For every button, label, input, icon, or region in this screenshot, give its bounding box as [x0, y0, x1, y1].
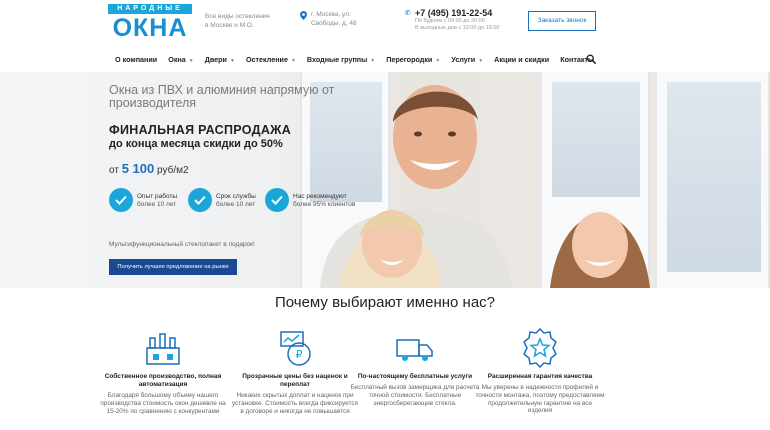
why-item-desc: Никаких скрытых доплат и наценок при уст…	[231, 392, 359, 415]
tagline-line-2: в Москве и М.О.	[205, 22, 254, 29]
phone-number[interactable]: +7 (495) 191-22-54	[405, 8, 505, 18]
hours-weekdays: По будням с 09:00 до 20:00	[415, 18, 485, 24]
logo-main-text: ОКНА	[112, 14, 188, 42]
phone-icon: ✆	[405, 10, 411, 17]
hero-title: ФИНАЛЬНАЯ РАСПРОДАЖА	[109, 123, 292, 137]
chevron-down-icon: ▼	[435, 57, 441, 64]
window-frame-image	[655, 72, 770, 288]
callback-button[interactable]: Заказать звонок	[528, 11, 596, 31]
address-line-2: Свободы, д. 48	[311, 20, 357, 27]
site-header: НАРОДНЫЕ ОКНА Все виды остекления в Моск…	[0, 0, 770, 46]
chevron-down-icon: ▼	[229, 57, 235, 64]
nav-label: Окна	[168, 54, 186, 64]
phone-block: ✆ +7 (495) 191-22-54 По будням с 09:00 д…	[405, 8, 505, 32]
nav-label: Услуги	[451, 54, 476, 64]
nav-label: Остекление	[245, 54, 288, 64]
feature-text: более 95% клиентов	[293, 201, 356, 208]
nav-item-services[interactable]: Услуги ▼	[451, 55, 483, 64]
chevron-down-icon: ▼	[290, 57, 296, 64]
why-item-production: Собственное производство, полная автомат…	[98, 326, 228, 415]
nav-item-glazing[interactable]: Остекление ▼	[246, 55, 296, 64]
check-icon	[265, 188, 289, 212]
tagline: Все виды остекления в Москве и М.О.	[205, 12, 285, 30]
hours-weekend: В выходные дни с 10:00 до 18:00	[415, 25, 500, 31]
tagline-line-1: Все виды остекления	[205, 13, 270, 20]
hero-banner: Окна из ПВХ и алюминия напрямую от произ…	[0, 72, 770, 288]
feature-title: Срок службы	[216, 193, 256, 200]
why-item-name: Собственное производство, полная автомат…	[104, 373, 222, 388]
nav-label: Акции и скидки	[494, 54, 550, 64]
why-item-warranty: Расширенная гарантия качества Мы уверены…	[475, 326, 605, 415]
price-prefix: от	[109, 165, 119, 176]
chevron-down-icon: ▼	[188, 57, 194, 64]
feature-text: более 10 лет	[137, 201, 177, 208]
why-item-name: По-настоящему бесплатные услуги	[357, 373, 473, 380]
main-nav: О компании Окна ▼ Двери ▼ Остекление ▼ Вход…	[0, 46, 770, 72]
hero-subtitle: Окна из ПВХ и алюминия напрямую от произ…	[109, 83, 335, 110]
nav-item-partitions[interactable]: Перегородки ▼	[386, 55, 440, 64]
why-item-desc: Мы уверены в надежности профилей и точно…	[475, 384, 605, 415]
price-unit: руб/м2	[157, 165, 189, 176]
address-line-1: г. Москва, ул.	[311, 11, 351, 18]
chevron-down-icon: ▼	[370, 57, 376, 64]
nav-label: Перегородки	[386, 54, 433, 64]
hero-price: от 5 100 руб/м2	[109, 161, 189, 176]
feature-title: Нас рекомендуют	[293, 193, 347, 200]
gift-note: Мультифункциональный стеклопакет в подар…	[109, 241, 255, 248]
truck-icon	[396, 339, 433, 361]
address: г. Москва, ул. Свободы, д. 48	[300, 10, 380, 28]
why-section-title: Почему выбирают именно нас?	[274, 294, 496, 311]
chevron-down-icon: ▼	[478, 57, 484, 64]
girl-photo-image	[550, 212, 650, 288]
nav-label: Входные группы	[306, 54, 368, 64]
nav-items: О компании Окна ▼ Двери ▼ Остекление ▼ Вход…	[115, 46, 605, 72]
nav-label: Двери	[204, 54, 227, 64]
nav-item-promotions[interactable]: Акции и скидки	[494, 55, 549, 64]
why-item-services: По-настоящему бесплатные услуги Бесплатн…	[350, 326, 480, 407]
why-item-prices: ₽ Прозрачные цены без наценок и переплат…	[230, 326, 360, 415]
why-item-name: Расширенная гарантия качества	[487, 373, 593, 380]
girl-photo-image	[340, 210, 442, 288]
feature-text: более 10 лет	[216, 201, 256, 208]
why-item-name: Прозрачные цены без наценок и переплат	[242, 373, 348, 388]
check-icon	[109, 188, 133, 212]
best-offer-button[interactable]: Получить лучшее предложение на рынке	[109, 259, 237, 275]
map-pin-icon	[300, 11, 307, 20]
price-tag-icon: ₽	[280, 331, 311, 366]
nav-item-about[interactable]: О компании	[115, 55, 157, 64]
quality-badge-icon	[523, 327, 557, 369]
site-logo[interactable]: НАРОДНЫЕ ОКНА	[108, 4, 192, 42]
price-value: 5 100	[121, 161, 155, 176]
hero-discount: до конца месяца скидки до 50%	[109, 138, 283, 150]
nav-item-doors[interactable]: Двери ▼	[205, 55, 235, 64]
nav-label: О компании	[115, 54, 158, 64]
why-item-desc: Бесплатный вызов замерщика для расчета т…	[350, 384, 480, 407]
nav-item-windows[interactable]: Окна ▼	[168, 55, 193, 64]
why-item-desc: Благодаря большому объему нашего произво…	[100, 392, 226, 415]
nav-item-entrance-groups[interactable]: Входные группы ▼	[307, 55, 375, 64]
check-icon	[188, 188, 212, 212]
feature-title: Опыт работы	[137, 193, 178, 200]
svg-text:₽: ₽	[296, 348, 303, 361]
logo-top-text: НАРОДНЫЕ	[108, 4, 192, 14]
factory-icon	[146, 333, 180, 365]
search-icon[interactable]	[586, 54, 596, 64]
